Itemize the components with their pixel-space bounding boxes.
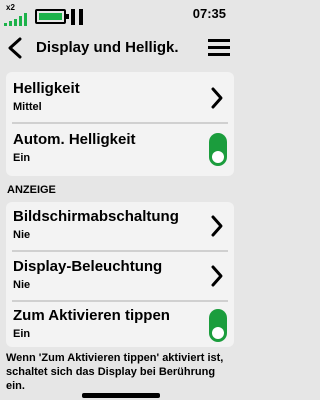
section-header-display: ANZEIGE (7, 184, 56, 196)
auto-brightness-label: Autom. Helligkeit (13, 131, 136, 148)
screen-timeout-row[interactable]: Bildschirmabschaltung Nie (6, 202, 234, 250)
network-label: x2 (6, 3, 15, 12)
chevron-right-icon (211, 215, 223, 237)
auto-brightness-toggle[interactable] (209, 133, 227, 166)
cellular-signal-icon: x2 (4, 4, 32, 26)
brightness-label: Helligkeit (13, 80, 80, 97)
signal-bars-icon (4, 13, 27, 26)
back-button[interactable] (6, 37, 26, 59)
divider (12, 122, 228, 124)
pause-icon (69, 9, 85, 25)
tap-to-wake-label: Zum Aktivieren tippen (13, 307, 170, 324)
home-indicator[interactable] (82, 393, 160, 398)
brightness-card: Helligkeit Mittel Autom. Helligkeit Ein (6, 72, 234, 176)
tap-to-wake-toggle[interactable] (209, 309, 227, 342)
toggle-knob (212, 327, 224, 339)
chevron-right-icon (211, 87, 223, 109)
backlight-label: Display-Beleuchtung (13, 258, 163, 275)
battery-fill (39, 13, 62, 20)
display-card: Bildschirmabschaltung Nie Display-Beleuc… (6, 202, 234, 347)
tap-to-wake-value: Ein (13, 328, 31, 340)
title-bar: Display und Helligk. (0, 30, 240, 66)
status-bar: x2 07:35 (0, 0, 240, 30)
menu-button[interactable] (208, 38, 230, 58)
screen-timeout-label: Bildschirmabschaltung (13, 208, 179, 225)
battery-icon (35, 9, 69, 24)
status-time: 07:35 (192, 6, 226, 21)
brightness-row[interactable]: Helligkeit Mittel (6, 74, 234, 122)
tap-to-wake-description: Wenn 'Zum Aktivieren tippen' aktiviert i… (6, 352, 224, 392)
chevron-right-icon (211, 265, 223, 287)
backlight-row[interactable]: Display-Beleuchtung Nie (6, 252, 234, 300)
toggle-knob (212, 151, 224, 163)
page-title: Display und Helligk. (36, 39, 179, 56)
hamburger-icon (208, 39, 230, 42)
brightness-value: Mittel (13, 101, 42, 113)
auto-brightness-row[interactable]: Autom. Helligkeit Ein (6, 125, 234, 173)
screen-timeout-value: Nie (13, 229, 31, 241)
tap-to-wake-row[interactable]: Zum Aktivieren tippen Ein (6, 301, 234, 347)
auto-brightness-value: Ein (13, 152, 31, 164)
backlight-value: Nie (13, 279, 31, 291)
chevron-left-icon (8, 37, 22, 59)
